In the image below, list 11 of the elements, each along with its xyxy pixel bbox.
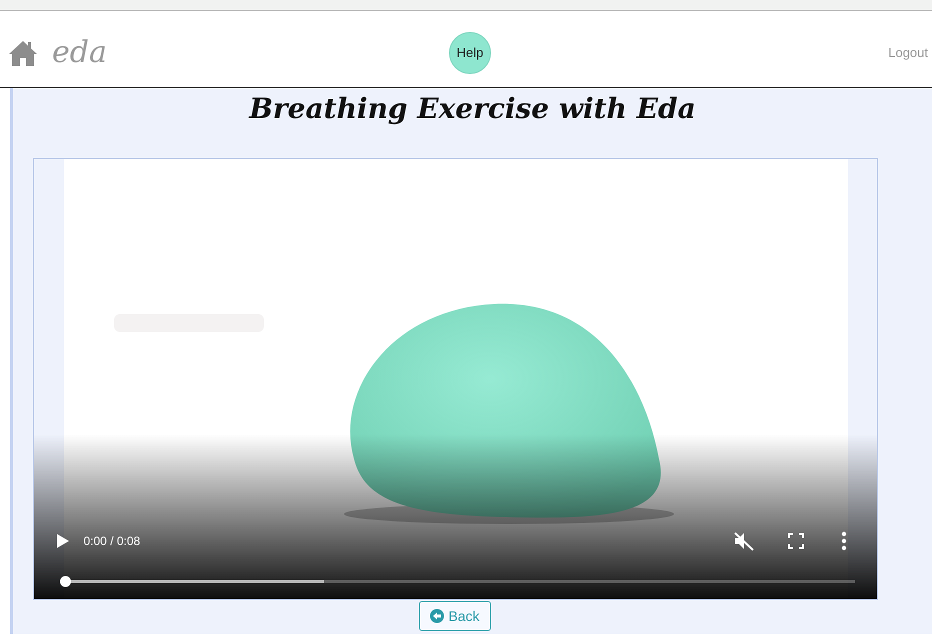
time-display: 0:00 / 0:08	[84, 534, 142, 548]
more-icon[interactable]	[840, 531, 846, 551]
logout-link[interactable]: Logout	[888, 45, 932, 60]
play-icon[interactable]	[56, 533, 70, 549]
back-button[interactable]: Back	[419, 601, 491, 631]
brand-logo[interactable]: eda	[52, 35, 107, 70]
home-icon[interactable]	[8, 38, 38, 66]
help-button[interactable]: Help	[449, 32, 491, 74]
fullscreen-icon[interactable]	[786, 532, 804, 550]
page-title: Breathing Exercise with Eda	[249, 92, 696, 127]
muted-speaker-icon[interactable]	[732, 531, 754, 551]
